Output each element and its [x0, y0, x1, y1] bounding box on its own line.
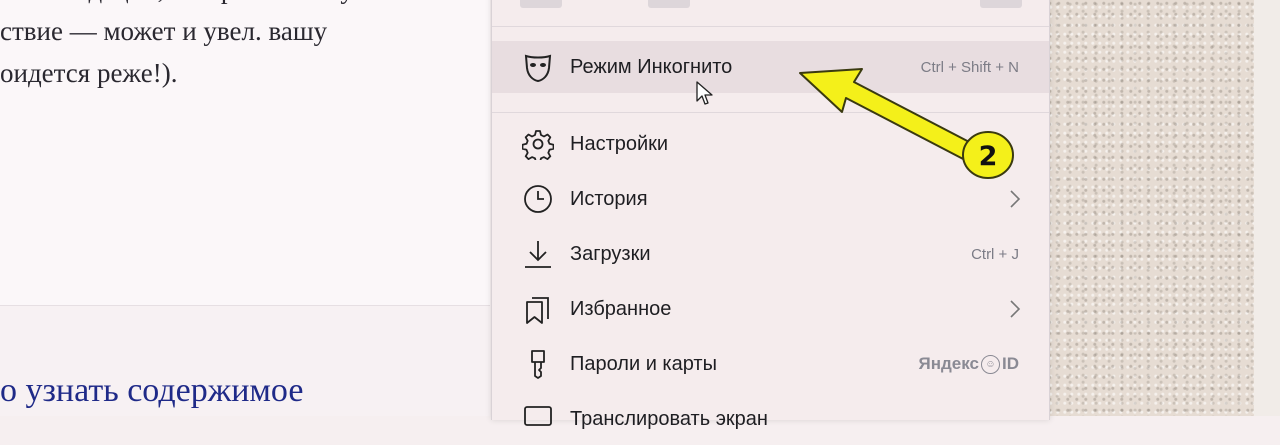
cast-icon — [520, 401, 556, 437]
brand-suffix: ID — [1002, 354, 1019, 373]
menu-item-shortcut: Ctrl + J — [971, 245, 1019, 263]
menu-item-incognito[interactable]: Режим Инкогнито Ctrl + Shift + N — [492, 41, 1049, 93]
menu-divider — [492, 112, 1049, 113]
menu-item-history[interactable]: История — [492, 173, 1049, 225]
menu-item-passwords[interactable]: Пароли и карты Яндекс ☺ ID — [492, 338, 1049, 390]
menu-item-label: Режим Инкогнито — [570, 55, 733, 78]
annotation-badge-number: 2 — [978, 140, 998, 172]
brand-logo-icon: ☺ — [981, 354, 1000, 374]
menu-top-button[interactable] — [980, 0, 1022, 8]
background-texture — [1048, 0, 1280, 416]
menu-item-cast[interactable]: Транслировать экран — [492, 393, 1049, 445]
article-area: ...комендации, которые помогу- ствие — м… — [0, 0, 490, 416]
article-line: ...комендации, которые помогу- — [0, 0, 480, 10]
menu-item-downloads[interactable]: Загрузки Ctrl + J — [492, 228, 1049, 280]
menu-top-button[interactable] — [648, 0, 690, 8]
menu-item-favorites[interactable]: Избранное — [492, 283, 1049, 335]
browser-main-menu: Режим Инкогнито Ctrl + Shift + N Настрой… — [491, 0, 1050, 430]
gear-icon — [520, 126, 556, 162]
menu-item-label: Пароли и карты — [570, 352, 717, 375]
menu-item-label: Транслировать экран — [570, 407, 768, 430]
mouse-cursor-icon — [696, 81, 713, 105]
article-line: оидется реже!). — [0, 58, 178, 88]
bookmarks-icon — [520, 291, 556, 327]
menu-divider — [492, 26, 1049, 27]
clock-icon — [520, 181, 556, 217]
menu-item-shortcut: Ctrl + Shift + N — [920, 58, 1019, 76]
article-heading: о узнать содержимое — [0, 372, 304, 409]
menu-item-label: Загрузки — [570, 242, 651, 265]
article-text: ...комендации, которые помогу- ствие — м… — [0, 0, 480, 94]
chevron-right-icon — [1007, 189, 1023, 209]
download-icon — [520, 236, 556, 272]
yandex-id-badge: Яндекс ☺ ID — [919, 354, 1019, 374]
chevron-right-icon — [1007, 299, 1023, 319]
menu-top-button[interactable] — [520, 0, 562, 8]
menu-item-label: История — [570, 187, 648, 210]
incognito-mask-icon — [520, 49, 556, 85]
page-edge — [1254, 0, 1280, 416]
menu-top-buttons — [492, 0, 1049, 8]
article-line: ствие — может и увел. вашу — [0, 16, 328, 46]
article-card: ...комендации, которые помогу- ствие — м… — [0, 0, 490, 306]
menu-item-label: Избранное — [570, 297, 672, 320]
key-icon — [520, 346, 556, 382]
menu-item-label: Настройки — [570, 132, 669, 155]
brand-name: Яндекс — [918, 354, 979, 373]
